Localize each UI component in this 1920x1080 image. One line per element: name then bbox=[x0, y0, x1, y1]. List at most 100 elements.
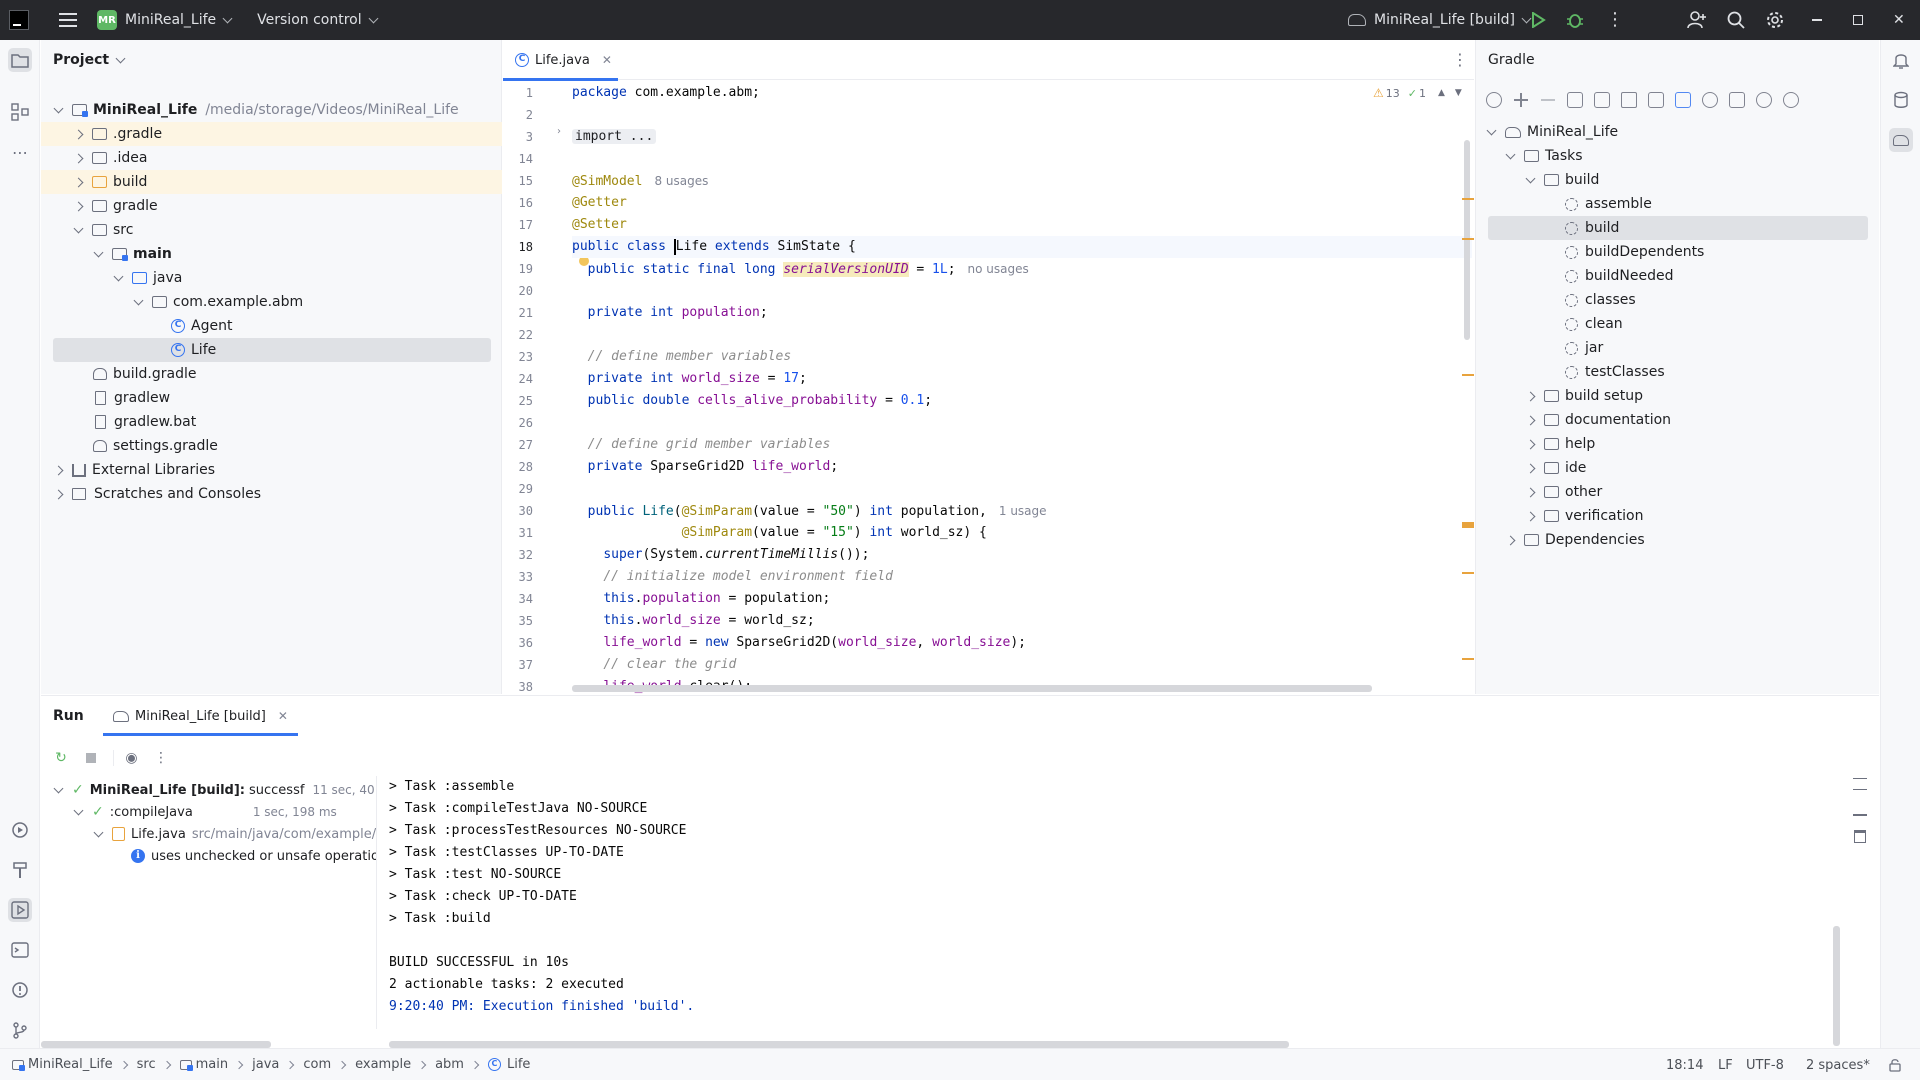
tree-item-external-libraries[interactable]: External Libraries bbox=[41, 458, 502, 482]
more-actions-icon[interactable]: ⋮ bbox=[1606, 0, 1624, 40]
breadcrumb-item[interactable]: com bbox=[303, 1057, 331, 1072]
project-switcher[interactable]: MiniReal_Life bbox=[117, 0, 233, 40]
fold-arrow-icon[interactable]: › bbox=[557, 126, 561, 137]
run-tab-build[interactable]: MiniReal_Life [build] ✕ bbox=[103, 696, 298, 736]
code-area[interactable]: package com.example.abm; import ... @Sim… bbox=[572, 82, 1472, 694]
build-result-compilejava[interactable]: ✓ :compileJava 1 sec, 198 ms bbox=[73, 801, 337, 823]
gradle-task-builddependents[interactable]: buildDependents bbox=[1565, 240, 1920, 264]
eye-icon[interactable]: ◉ bbox=[113, 750, 139, 766]
gradle-tree-build-group[interactable]: build bbox=[1525, 168, 1907, 192]
structure-icon[interactable] bbox=[8, 100, 32, 124]
tree-item-package[interactable]: com.example.abm bbox=[41, 290, 502, 314]
run-config-selector[interactable]: MiniReal_Life [build] bbox=[1348, 0, 1532, 40]
line-separator[interactable]: LF bbox=[1718, 1049, 1733, 1080]
chevron-down-icon[interactable]: ▼ bbox=[1455, 88, 1462, 98]
lock-icon[interactable] bbox=[1888, 1049, 1902, 1080]
collapse-all-icon[interactable] bbox=[1648, 92, 1664, 108]
tree-item-gradle[interactable]: gradle bbox=[41, 194, 502, 218]
chevron-up-icon[interactable]: ▲ bbox=[1438, 88, 1445, 98]
tree-horizontal-scrollbar[interactable] bbox=[41, 1041, 271, 1048]
gradle-tree-dependencies[interactable]: Dependencies bbox=[1505, 528, 1887, 552]
project-folder-icon[interactable] bbox=[8, 48, 32, 72]
gradle-task-build[interactable]: build bbox=[1488, 216, 1868, 240]
offline-mode-icon[interactable] bbox=[1756, 92, 1772, 108]
gradle-tool-icon[interactable] bbox=[1889, 128, 1913, 152]
breadcrumb-item[interactable]: example bbox=[355, 1057, 411, 1072]
console-vertical-scrollbar[interactable] bbox=[1833, 926, 1840, 1046]
tree-item-agent[interactable]: C Agent bbox=[41, 314, 502, 338]
gradle-tree-verification[interactable]: verification bbox=[1525, 504, 1907, 528]
usages-hint[interactable]: no usages bbox=[968, 262, 1029, 276]
caret-position[interactable]: 18:14 bbox=[1666, 1049, 1703, 1080]
problems-icon[interactable] bbox=[8, 978, 32, 1002]
group-modules-icon[interactable] bbox=[1675, 92, 1691, 108]
tree-item-main[interactable]: main bbox=[41, 242, 502, 266]
tree-item-build[interactable]: build bbox=[41, 170, 502, 194]
usages-hint[interactable]: 8 usages bbox=[654, 174, 708, 188]
intellij-logo-icon[interactable] bbox=[9, 10, 29, 30]
scroll-to-end-icon[interactable] bbox=[1853, 804, 1867, 816]
run-tool-icon[interactable] bbox=[8, 898, 32, 922]
project-badge[interactable]: MR bbox=[97, 10, 117, 30]
breadcrumb-item[interactable]: MiniReal_Life bbox=[28, 1057, 113, 1072]
tree-item-root[interactable]: MiniReal_Life /media/storage/Videos/Mini… bbox=[41, 98, 502, 122]
restore-window-icon[interactable] bbox=[1853, 0, 1863, 40]
show-tasks-icon[interactable] bbox=[1729, 92, 1745, 108]
remove-icon[interactable] bbox=[1540, 92, 1556, 108]
usages-hint[interactable]: 1 usage bbox=[999, 504, 1047, 518]
tree-item-life[interactable]: C Life bbox=[53, 338, 491, 362]
expand-all-icon[interactable] bbox=[1621, 92, 1637, 108]
settings-gear-icon[interactable] bbox=[1766, 0, 1784, 40]
indent-setting[interactable]: 2 spaces* bbox=[1806, 1049, 1870, 1080]
run-button[interactable] bbox=[1530, 0, 1546, 40]
search-icon[interactable] bbox=[1727, 0, 1745, 40]
gradle-tree-tasks[interactable]: Tasks bbox=[1505, 144, 1887, 168]
soft-wrap-icon[interactable] bbox=[1853, 778, 1867, 790]
gradle-task-testclasses[interactable]: testClasses bbox=[1565, 360, 1920, 384]
console-horizontal-scrollbar[interactable] bbox=[389, 1041, 1289, 1048]
tab-life-java[interactable]: C Life.java ✕ bbox=[503, 40, 618, 81]
project-panel-title[interactable]: Project bbox=[53, 52, 126, 68]
tree-item-gradlew-bat[interactable]: gradlew.bat bbox=[41, 410, 502, 434]
git-icon[interactable] bbox=[8, 1018, 32, 1042]
main-menu-icon[interactable] bbox=[59, 13, 77, 27]
breadcrumb-item[interactable]: abm bbox=[435, 1057, 464, 1072]
tree-item-gradlew[interactable]: gradlew bbox=[41, 386, 502, 410]
stop-icon[interactable] bbox=[83, 750, 99, 766]
tree-item-idea[interactable]: .idea bbox=[41, 146, 502, 170]
debug-button[interactable] bbox=[1566, 0, 1584, 40]
close-icon[interactable]: ✕ bbox=[278, 709, 288, 723]
tree-item-scratches[interactable]: Scratches and Consoles bbox=[41, 482, 502, 506]
tree-item-build-gradle[interactable]: build.gradle bbox=[41, 362, 502, 386]
breadcrumb-item[interactable]: java bbox=[252, 1057, 279, 1072]
database-icon[interactable] bbox=[1889, 88, 1913, 112]
vcs-menu[interactable]: Version control bbox=[249, 0, 379, 40]
tab-options-icon[interactable]: ⋮ bbox=[1452, 50, 1468, 69]
gradle-task-buildneeded[interactable]: buildNeeded bbox=[1565, 264, 1920, 288]
close-icon[interactable]: ✕ bbox=[602, 53, 612, 67]
gradle-tree-other[interactable]: other bbox=[1525, 480, 1907, 504]
build-result-root[interactable]: ✓ MiniReal_Life [build]: successf 11 sec… bbox=[53, 779, 376, 801]
gradle-task-assemble[interactable]: assemble bbox=[1565, 192, 1920, 216]
console-output[interactable]: > Task :assemble > Task :compileTestJava… bbox=[389, 776, 1839, 1029]
tree-item-src[interactable]: src bbox=[41, 218, 502, 242]
inspection-widget[interactable]: ⚠ 13 ✓ 1 ▲ ▼ bbox=[1373, 86, 1462, 100]
rerun-icon[interactable]: ↻ bbox=[53, 750, 69, 766]
gradle-tree-root[interactable]: MiniReal_Life bbox=[1486, 120, 1868, 144]
gradle-tree-ide[interactable]: ide bbox=[1525, 456, 1907, 480]
gradle-tree-help[interactable]: help bbox=[1525, 432, 1907, 456]
gradle-task-classes[interactable]: classes bbox=[1565, 288, 1920, 312]
breadcrumb-item[interactable]: main bbox=[196, 1057, 228, 1072]
build-hammer-icon[interactable] bbox=[8, 858, 32, 882]
build-result-file[interactable]: Life.java src/main/java/com/example/ab bbox=[93, 823, 376, 845]
download-icon[interactable] bbox=[1567, 92, 1583, 108]
gradle-task-jar[interactable]: jar bbox=[1565, 336, 1920, 360]
breadcrumb-item[interactable]: src bbox=[137, 1057, 156, 1072]
more-tools-icon[interactable]: ⋯ bbox=[8, 140, 32, 164]
add-user-icon[interactable] bbox=[1687, 0, 1707, 40]
minimize-window-icon[interactable] bbox=[1812, 0, 1822, 40]
notifications-bell-icon[interactable] bbox=[1889, 48, 1913, 72]
terminal-icon[interactable] bbox=[8, 938, 32, 962]
gradle-tree-build-setup[interactable]: build setup bbox=[1525, 384, 1907, 408]
tree-item-gradle-dir[interactable]: .gradle bbox=[41, 122, 502, 146]
